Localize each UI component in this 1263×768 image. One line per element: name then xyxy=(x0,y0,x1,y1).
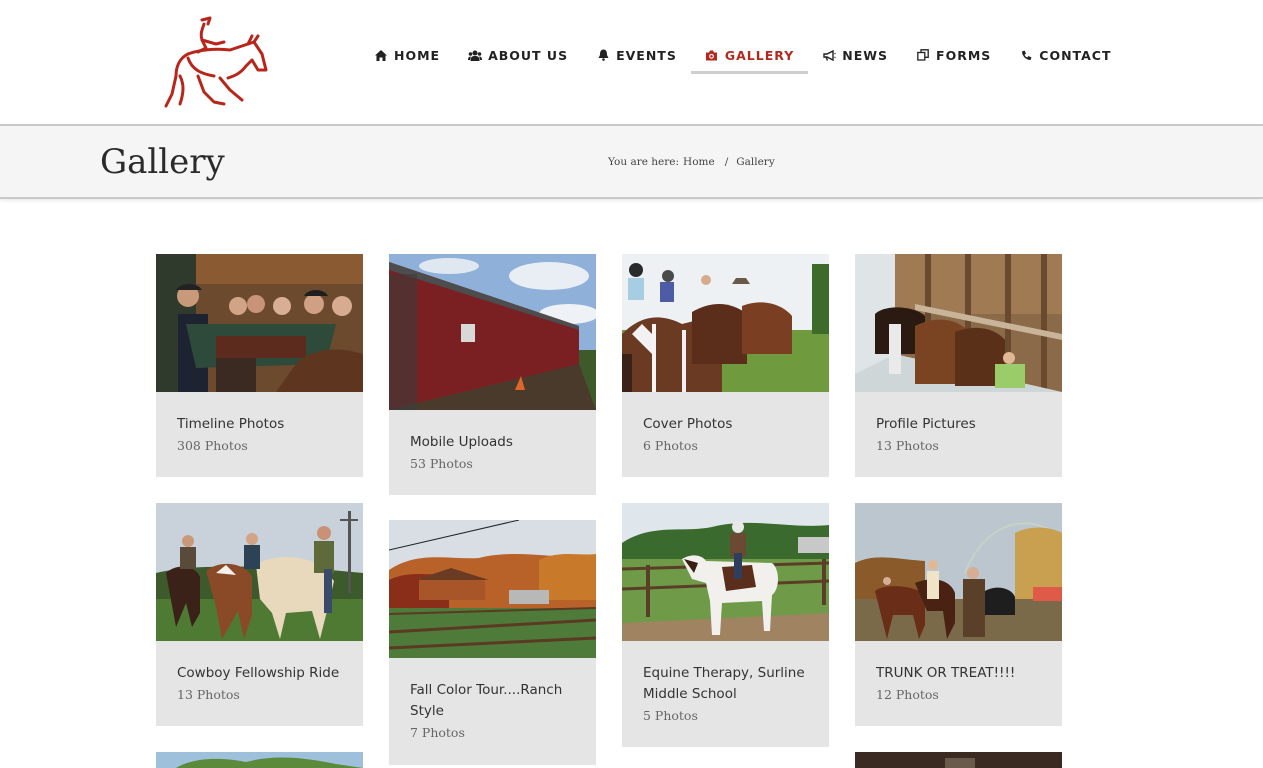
album-thumbnail[interactable] xyxy=(389,254,596,410)
nav-contact-label: CONTACT xyxy=(1039,47,1112,63)
album-thumbnail[interactable] xyxy=(855,503,1062,641)
nav-home[interactable]: HOME xyxy=(360,38,454,72)
album-name[interactable]: Fall Color Tour....Ranch Style xyxy=(410,680,575,722)
horse-rider-logo[interactable] xyxy=(158,14,270,110)
album-info: Profile Pictures 13 Photos xyxy=(855,392,1062,456)
breadcrumb-separator: / xyxy=(724,156,729,168)
nav-about-us[interactable]: ABOUT US xyxy=(454,38,582,72)
bell-icon xyxy=(596,48,610,62)
users-icon xyxy=(468,48,483,62)
camera-icon xyxy=(705,48,719,62)
album-photo-count: 13 Photos xyxy=(876,438,939,453)
album-name[interactable]: TRUNK OR TREAT!!!! xyxy=(876,663,1041,684)
album-name[interactable]: Equine Therapy, Surline Middle School xyxy=(643,663,808,705)
nav-about-us-label: ABOUT US xyxy=(488,47,569,63)
album-photo-count: 6 Photos xyxy=(643,438,698,453)
album-info: Timeline Photos 308 Photos xyxy=(156,392,363,456)
album-card[interactable]: Cowboy Fellowship Ride 13 Photos xyxy=(156,503,363,726)
main-nav: HOME ABOUT US EVENTS GALLERY NEWS FORMS … xyxy=(360,38,1125,74)
nav-news[interactable]: NEWS xyxy=(808,38,902,72)
album-thumbnail[interactable] xyxy=(156,752,363,768)
album-name[interactable]: Cover Photos xyxy=(643,414,808,435)
album-card[interactable]: Cover Photos 6 Photos xyxy=(622,254,829,477)
megaphone-icon xyxy=(822,48,836,62)
album-name[interactable]: Cowboy Fellowship Ride xyxy=(177,663,342,684)
nav-forms-label: FORMS xyxy=(936,47,992,63)
site-header: HOME ABOUT US EVENTS GALLERY NEWS FORMS … xyxy=(0,0,1263,124)
breadcrumb: You are here: Home / Gallery xyxy=(608,156,775,168)
album-card[interactable]: Timeline Photos 308 Photos xyxy=(156,254,363,477)
page-title: Gallery xyxy=(100,142,225,182)
album-info: TRUNK OR TREAT!!!! 12 Photos xyxy=(855,641,1062,705)
album-name[interactable]: Profile Pictures xyxy=(876,414,1041,435)
nav-gallery[interactable]: GALLERY xyxy=(690,38,809,74)
nav-contact[interactable]: CONTACT xyxy=(1005,38,1125,72)
album-card[interactable]: Profile Pictures 13 Photos xyxy=(855,254,1062,477)
album-photo-count: 53 Photos xyxy=(410,456,473,471)
album-photo-count: 12 Photos xyxy=(876,687,939,702)
phone-icon xyxy=(1019,48,1033,62)
album-card[interactable]: Mobile Uploads 53 Photos xyxy=(389,254,596,495)
nav-news-label: NEWS xyxy=(842,47,889,63)
breadcrumb-prefix: You are here: xyxy=(608,156,680,168)
copy-icon xyxy=(916,48,930,62)
nav-home-label: HOME xyxy=(394,47,441,63)
album-info: Cover Photos 6 Photos xyxy=(622,392,829,456)
album-thumbnail[interactable] xyxy=(156,503,363,641)
album-thumbnail[interactable] xyxy=(855,752,1062,768)
nav-forms[interactable]: FORMS xyxy=(902,38,1005,72)
breadcrumb-current: Gallery xyxy=(736,156,775,168)
album-name[interactable]: Timeline Photos xyxy=(177,414,342,435)
album-photo-count: 13 Photos xyxy=(177,687,240,702)
breadcrumb-home-link[interactable]: Home xyxy=(683,156,715,168)
nav-events[interactable]: EVENTS xyxy=(582,38,691,72)
nav-gallery-label: GALLERY xyxy=(724,47,795,63)
album-photo-count: 7 Photos xyxy=(410,725,465,740)
album-photo-count: 5 Photos xyxy=(643,708,698,723)
home-icon xyxy=(374,48,388,62)
album-thumbnail[interactable] xyxy=(855,254,1062,392)
album-thumbnail[interactable] xyxy=(156,254,363,392)
album-info: Cowboy Fellowship Ride 13 Photos xyxy=(156,641,363,705)
album-info: Mobile Uploads 53 Photos xyxy=(389,410,596,474)
nav-events-label: EVENTS xyxy=(616,47,677,63)
album-thumbnail[interactable] xyxy=(389,520,596,658)
album-photo-count: 308 Photos xyxy=(177,438,248,453)
album-name[interactable]: Mobile Uploads xyxy=(410,432,575,453)
album-info: Fall Color Tour....Ranch Style 7 Photos xyxy=(389,658,596,743)
album-thumbnail[interactable] xyxy=(622,254,829,392)
page-title-bar: Gallery You are here: Home / Gallery xyxy=(0,124,1263,199)
album-thumbnail[interactable] xyxy=(622,503,829,641)
album-card[interactable]: TRUNK OR TREAT!!!! 12 Photos xyxy=(855,503,1062,726)
album-card[interactable]: Fall Color Tour....Ranch Style 7 Photos xyxy=(389,520,596,765)
album-card[interactable]: Equine Therapy, Surline Middle School 5 … xyxy=(622,503,829,747)
album-info: Equine Therapy, Surline Middle School 5 … xyxy=(622,641,829,726)
